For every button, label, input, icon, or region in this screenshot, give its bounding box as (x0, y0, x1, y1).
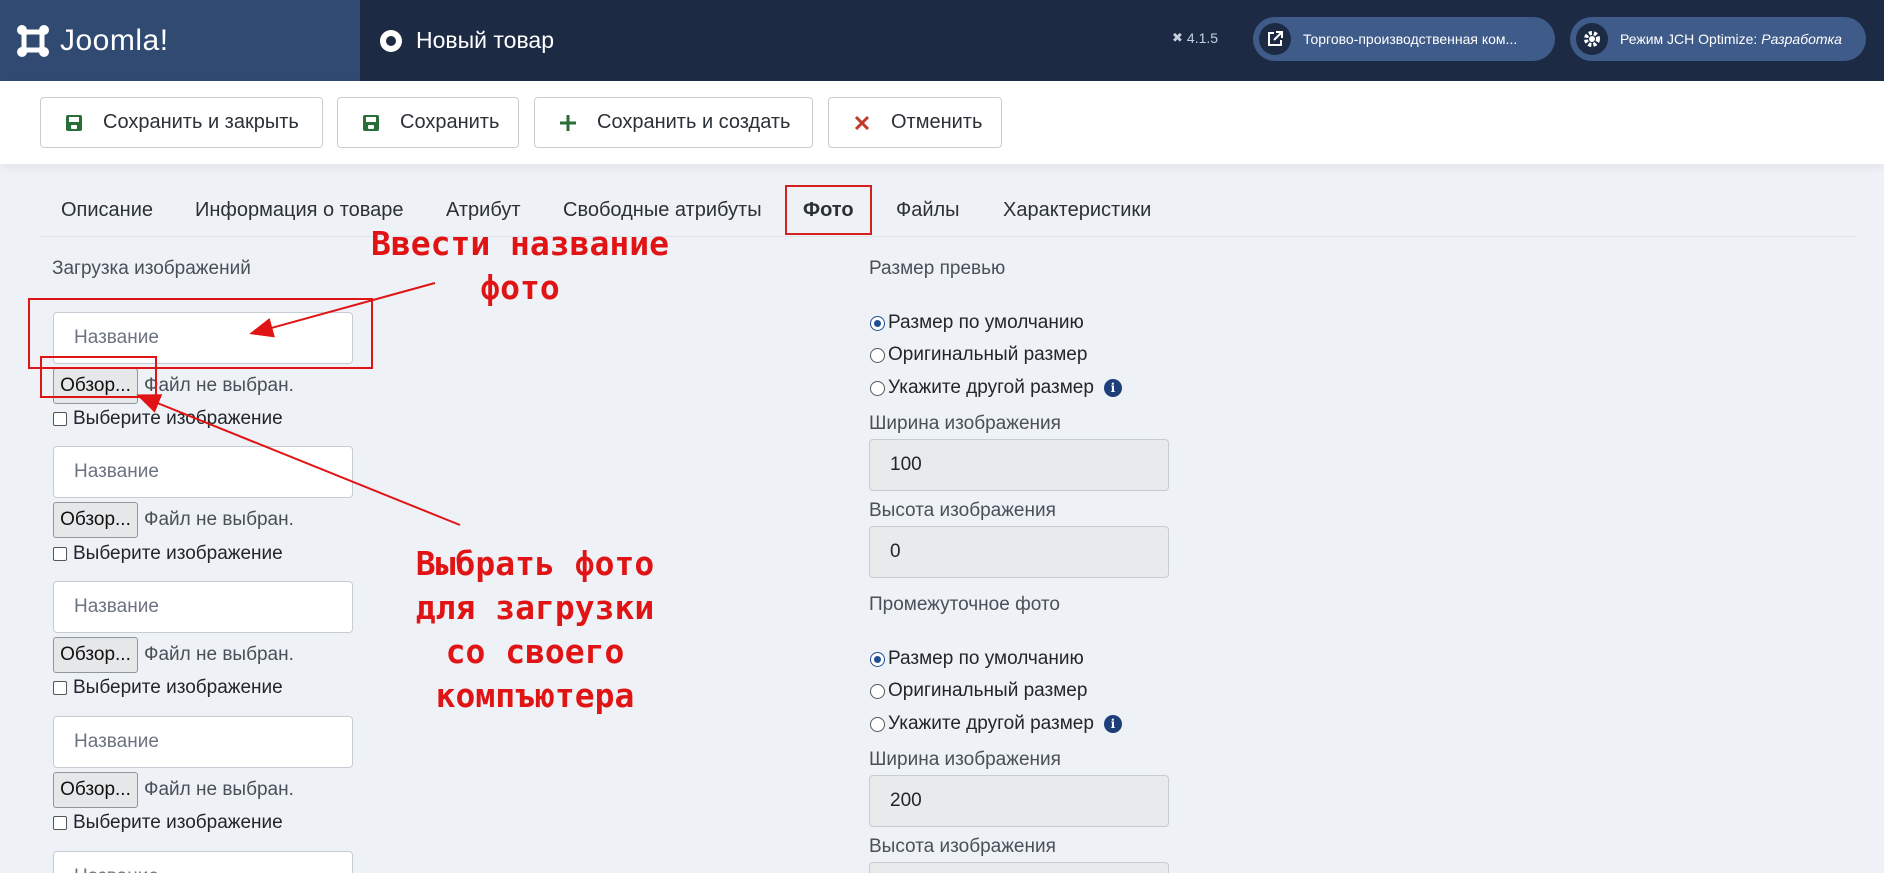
arrow-to-name-field (249, 282, 436, 338)
annotation-arrows (136, 282, 461, 526)
arrow-to-browse-button (136, 394, 461, 526)
